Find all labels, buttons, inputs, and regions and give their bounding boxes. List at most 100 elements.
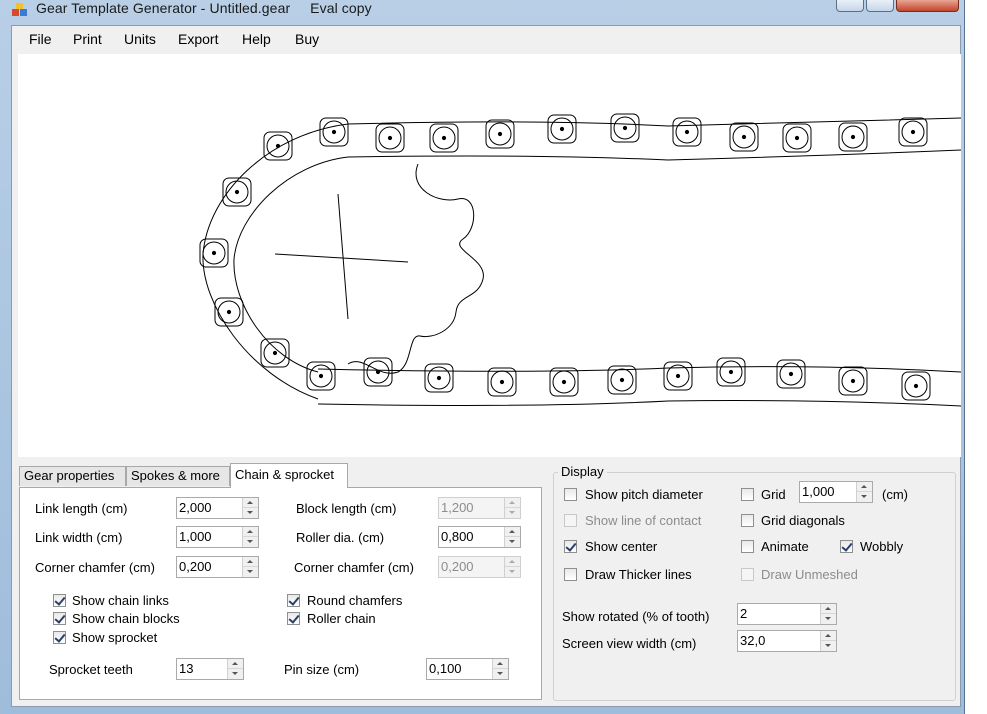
spin-up-icon[interactable] [243,498,258,508]
spinner-arrows[interactable] [242,527,258,547]
link-length-input[interactable]: 2,000 [176,497,259,519]
tab-spokes-more[interactable]: Spokes & more [126,466,230,486]
display-group-title: Display [558,464,607,480]
spin-up-icon[interactable] [821,631,836,641]
roller-chain-label[interactable]: Roller chain [307,611,376,627]
spin-down-icon[interactable] [857,492,872,502]
spin-up-icon[interactable] [505,527,520,537]
link-width-input[interactable]: 1,000 [176,526,259,548]
spin-down-icon[interactable] [228,669,243,679]
maximize-button[interactable] [866,0,894,12]
pin-size-input[interactable]: 0,100 [426,658,509,680]
spin-up-icon[interactable] [243,527,258,537]
roller-dia-value: 0,800 [441,529,474,544]
minimize-button[interactable] [836,0,864,12]
spinner-arrows[interactable] [227,659,243,679]
roller-pin [436,375,442,381]
spinner-arrows[interactable] [856,482,872,502]
spin-up-icon [505,557,520,567]
roller-pin [211,250,217,256]
spinner-arrows[interactable] [504,527,520,547]
menu-print[interactable]: Print [73,31,102,47]
grid-size-value: 1,000 [802,484,835,499]
roller-pin [387,135,393,141]
drawing-canvas[interactable] [18,54,961,457]
menu-buy[interactable]: Buy [295,31,319,47]
show-chain-blocks-label[interactable]: Show chain blocks [72,611,180,627]
spin-down-icon[interactable] [243,508,258,518]
spin-down-icon[interactable] [821,641,836,651]
spinner-arrows[interactable] [820,631,836,651]
show-pitch-diameter-checkbox[interactable] [564,488,577,501]
draw-unmeshed-checkbox [741,568,754,581]
wobbly-checkbox[interactable] [840,540,853,553]
show-pitch-diameter-label[interactable]: Show pitch diameter [585,487,703,503]
menu-export[interactable]: Export [178,31,218,47]
tab-gear-properties[interactable]: Gear properties [19,466,126,486]
menu-help[interactable]: Help [242,31,271,47]
animate-label[interactable]: Animate [761,539,809,555]
spin-up-icon[interactable] [243,557,258,567]
show-sprocket-label[interactable]: Show sprocket [72,630,157,646]
corner-chamfer-right-value: 0,200 [441,559,474,574]
show-center-label[interactable]: Show center [585,539,657,555]
menu-file[interactable]: File [29,31,52,47]
round-chamfers-label[interactable]: Round chamfers [307,593,402,609]
show-rotated-label: Show rotated (% of tooth) [562,609,710,624]
spin-down-icon[interactable] [493,669,508,679]
spin-up-icon[interactable] [228,659,243,669]
grid-size-input[interactable]: 1,000 [799,481,873,503]
roller-pin [497,131,503,137]
roller-pin [788,371,794,377]
background-strip [965,0,987,714]
show-rotated-input[interactable]: 2 [737,603,837,625]
draw-thicker-lines-label[interactable]: Draw Thicker lines [585,567,692,583]
round-chamfers-checkbox[interactable] [287,594,300,607]
corner-chamfer-value: 0,200 [179,559,212,574]
grid-label[interactable]: Grid [761,487,786,503]
spin-down-icon[interactable] [821,614,836,624]
spin-down-icon[interactable] [243,567,258,577]
corner-chamfer-input[interactable]: 0,200 [176,556,259,578]
corner-chamfer-label: Corner chamfer (cm) [35,560,155,575]
menu-units[interactable]: Units [124,31,156,47]
spinner-arrows[interactable] [492,659,508,679]
wobbly-label[interactable]: Wobbly [860,539,903,555]
spin-up-icon[interactable] [821,604,836,614]
screen-view-width-input[interactable]: 32,0 [737,630,837,652]
spinner-arrows[interactable] [820,604,836,624]
spinner-arrows[interactable] [242,557,258,577]
grid-diagonals-label[interactable]: Grid diagonals [761,513,845,529]
tab-chain-sprocket[interactable]: Chain & sprocket [230,463,348,488]
title-bar[interactable]: Gear Template Generator - Untitled.gear … [0,0,965,24]
show-chain-blocks-checkbox[interactable] [53,612,66,625]
sprocket-center-line [337,193,349,320]
animate-checkbox[interactable] [741,540,754,553]
roller-pin [741,134,747,140]
draw-unmeshed-label: Draw Unmeshed [761,567,858,582]
show-sprocket-checkbox[interactable] [53,631,66,644]
spin-down-icon[interactable] [505,537,520,547]
roller-chain-checkbox[interactable] [287,612,300,625]
sprocket-center-line [274,253,409,263]
spin-down-icon[interactable] [243,537,258,547]
roller-pin [684,129,690,135]
spinner-arrows[interactable] [242,498,258,518]
sprocket-teeth-input[interactable]: 13 [176,658,244,680]
show-chain-links-checkbox[interactable] [53,594,66,607]
show-center-checkbox[interactable] [564,540,577,553]
show-chain-links-label[interactable]: Show chain links [72,593,169,609]
chain-band-outline [347,117,961,127]
roller-pin [499,379,505,385]
draw-thicker-lines-checkbox[interactable] [564,568,577,581]
close-button[interactable] [896,0,959,12]
grid-checkbox[interactable] [741,488,754,501]
roller-pin [622,125,628,131]
spin-up-icon[interactable] [857,482,872,492]
roller-dia-input[interactable]: 0,800 [438,526,521,548]
display-groupbox [553,472,956,701]
roller-pin [331,129,337,135]
roller-pin [850,378,856,384]
spin-up-icon[interactable] [493,659,508,669]
grid-diagonals-checkbox[interactable] [741,514,754,527]
